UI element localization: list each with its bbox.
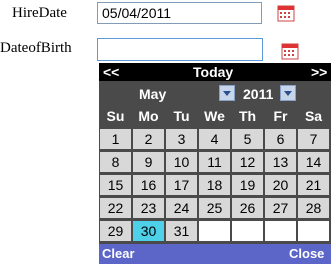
weekday-label: Tu	[173, 108, 190, 124]
day-cell[interactable]: 21	[298, 175, 329, 195]
clear-button[interactable]: Clear	[102, 246, 135, 261]
weekday-label: Fr	[273, 108, 288, 124]
day-cell[interactable]: 14	[298, 152, 329, 172]
day-cell[interactable]: 31	[166, 221, 197, 241]
day-cell[interactable]: 23	[133, 198, 164, 218]
next-month-button[interactable]: >>	[311, 64, 327, 80]
close-button[interactable]: Close	[289, 246, 324, 261]
day-cell[interactable]: 13	[265, 152, 296, 172]
month-select[interactable]: May	[139, 83, 235, 105]
empty-day-cell	[199, 221, 230, 241]
weekday-label: Th	[238, 108, 257, 124]
empty-day-cell	[265, 221, 296, 241]
day-cell[interactable]: 24	[166, 198, 197, 218]
weekday-label: Sa	[304, 108, 323, 124]
empty-day-cell	[298, 221, 329, 241]
day-cell[interactable]: 3	[166, 129, 197, 149]
day-cell[interactable]: 18	[199, 175, 230, 195]
day-cell[interactable]: 9	[133, 152, 164, 172]
day-cell[interactable]: 1	[100, 129, 131, 149]
dob-calendar-icon[interactable]	[280, 41, 300, 61]
calendar-header: << Today >>	[99, 63, 331, 81]
month-value: May	[139, 86, 167, 102]
empty-day-cell	[232, 221, 263, 241]
hire-date-label: HireDate	[12, 5, 67, 21]
selected-day-cell[interactable]: 30	[133, 221, 164, 241]
weekday-label: We	[204, 108, 225, 124]
day-cell[interactable]: 2	[133, 129, 164, 149]
day-cell[interactable]: 15	[100, 175, 131, 195]
day-cell[interactable]: 7	[298, 129, 329, 149]
day-cell[interactable]: 26	[232, 198, 263, 218]
weekday-label: Mo	[138, 108, 159, 124]
day-cell[interactable]: 10	[166, 152, 197, 172]
day-cell[interactable]: 8	[100, 152, 131, 172]
dob-label: DateofBirth	[0, 40, 72, 56]
day-cell[interactable]: 22	[100, 198, 131, 218]
calendar-footer: Clear Close	[99, 244, 331, 264]
day-cell[interactable]: 29	[100, 221, 131, 241]
weekday-header: Su Mo Tu We Th Fr Sa	[99, 108, 331, 128]
weekday-label: Su	[106, 108, 125, 124]
hire-date-input[interactable]: 05/04/2011	[97, 2, 262, 24]
year-value: 2011	[243, 86, 274, 102]
today-button[interactable]: Today	[193, 64, 233, 80]
day-cell[interactable]: 19	[232, 175, 263, 195]
day-cell[interactable]: 5	[232, 129, 263, 149]
prev-month-button[interactable]: <<	[103, 64, 119, 80]
year-dropdown-icon[interactable]	[280, 85, 296, 101]
day-cell[interactable]: 20	[265, 175, 296, 195]
month-dropdown-icon[interactable]	[219, 85, 235, 101]
day-cell[interactable]: 12	[232, 152, 263, 172]
day-cell[interactable]: 28	[298, 198, 329, 218]
dob-input[interactable]	[97, 38, 263, 61]
day-cell[interactable]: 4	[199, 129, 230, 149]
day-cell[interactable]: 11	[199, 152, 230, 172]
day-cell[interactable]: 16	[133, 175, 164, 195]
year-select[interactable]: 2011	[241, 83, 297, 105]
hire-date-calendar-icon[interactable]	[276, 3, 296, 23]
day-cell[interactable]: 27	[265, 198, 296, 218]
calendar-popup: << Today >> May 2011 Su Mo Tu We Th Fr S…	[99, 63, 331, 264]
day-cell[interactable]: 6	[265, 129, 296, 149]
day-cell[interactable]: 17	[166, 175, 197, 195]
day-cell[interactable]: 25	[199, 198, 230, 218]
